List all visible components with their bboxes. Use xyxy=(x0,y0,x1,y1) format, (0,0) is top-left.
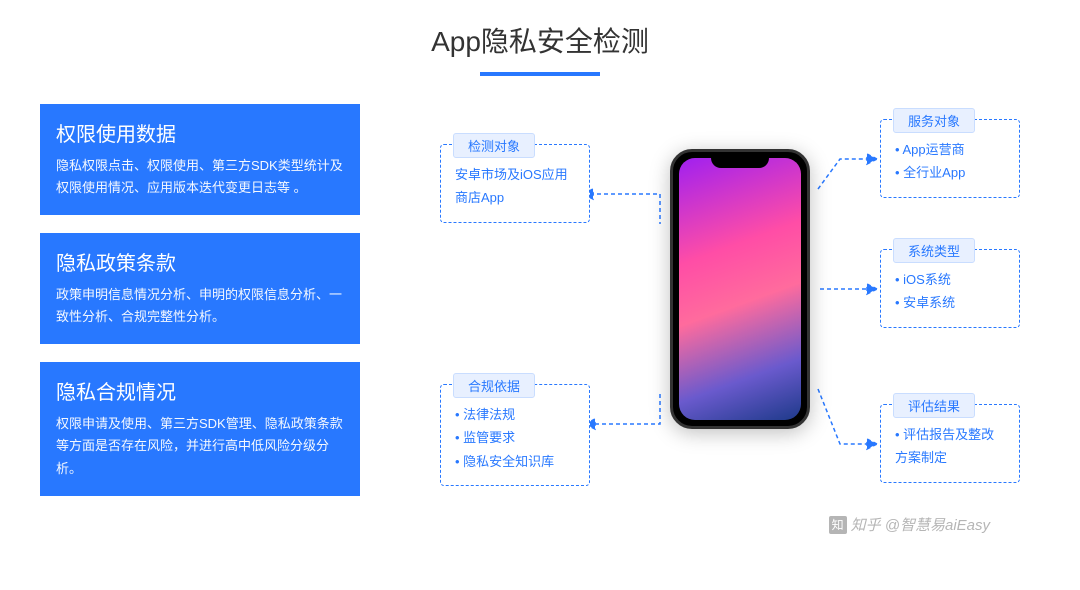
block-permission-data: 权限使用数据 隐私权限点击、权限使用、第三方SDK类型统计及权限使用情况、应用版… xyxy=(40,104,360,215)
block-desc: 权限申请及使用、第三方SDK管理、隐私政策条款等方面是否存在风险，并进行高中低风… xyxy=(56,413,344,479)
block-privacy-policy: 隐私政策条款 政策申明信息情况分析、申明的权限信息分析、一致性分析、合规完整性分… xyxy=(40,233,360,344)
list-item: 全行业App xyxy=(895,161,1005,184)
list-item: 法律法规 xyxy=(455,403,575,426)
phone-mockup xyxy=(670,149,810,429)
list-item: 评估报告及整改方案制定 xyxy=(895,423,1005,470)
diagram-area: 检测对象 安卓市场及iOS应用商店App 合规依据 法律法规 监管要求 隐私安全… xyxy=(360,104,1040,496)
card-service-target: 服务对象 App运营商 全行业App xyxy=(880,119,1020,198)
block-title: 隐私政策条款 xyxy=(56,247,344,276)
phone-screen xyxy=(679,158,801,420)
phone-notch xyxy=(711,152,769,168)
card-header: 系统类型 xyxy=(893,238,975,263)
watermark-text: 知乎 @智慧易aiEasy xyxy=(851,514,990,535)
block-title: 权限使用数据 xyxy=(56,118,344,147)
block-desc: 政策申明信息情况分析、申明的权限信息分析、一致性分析、合规完整性分析。 xyxy=(56,284,344,328)
block-desc: 隐私权限点击、权限使用、第三方SDK类型统计及权限使用情况、应用版本迭代变更日志… xyxy=(56,155,344,199)
card-compliance-basis: 合规依据 法律法规 监管要求 隐私安全知识库 xyxy=(440,384,590,486)
list-item: 隐私安全知识库 xyxy=(455,450,575,473)
list-item: iOS系统 xyxy=(895,268,1005,291)
block-compliance: 隐私合规情况 权限申请及使用、第三方SDK管理、隐私政策条款等方面是否存在风险，… xyxy=(40,362,360,495)
list-item: App运营商 xyxy=(895,138,1005,161)
content-area: 权限使用数据 隐私权限点击、权限使用、第三方SDK类型统计及权限使用情况、应用版… xyxy=(0,76,1080,496)
card-eval-result: 评估结果 评估报告及整改方案制定 xyxy=(880,404,1020,483)
card-detect-target: 检测对象 安卓市场及iOS应用商店App xyxy=(440,144,590,223)
card-header: 服务对象 xyxy=(893,108,975,133)
card-body: 法律法规 监管要求 隐私安全知识库 xyxy=(441,385,589,485)
left-column: 权限使用数据 隐私权限点击、权限使用、第三方SDK类型统计及权限使用情况、应用版… xyxy=(40,104,360,496)
card-header: 检测对象 xyxy=(453,133,535,158)
page-title: App隐私安全检测 xyxy=(0,0,1080,60)
zhihu-icon: 知 xyxy=(829,516,847,534)
card-header: 评估结果 xyxy=(893,393,975,418)
list-item: 监管要求 xyxy=(455,426,575,449)
card-header: 合规依据 xyxy=(453,373,535,398)
block-title: 隐私合规情况 xyxy=(56,376,344,405)
watermark: 知 知乎 @智慧易aiEasy xyxy=(829,514,990,535)
card-system-type: 系统类型 iOS系统 安卓系统 xyxy=(880,249,1020,328)
list-item: 安卓系统 xyxy=(895,291,1005,314)
